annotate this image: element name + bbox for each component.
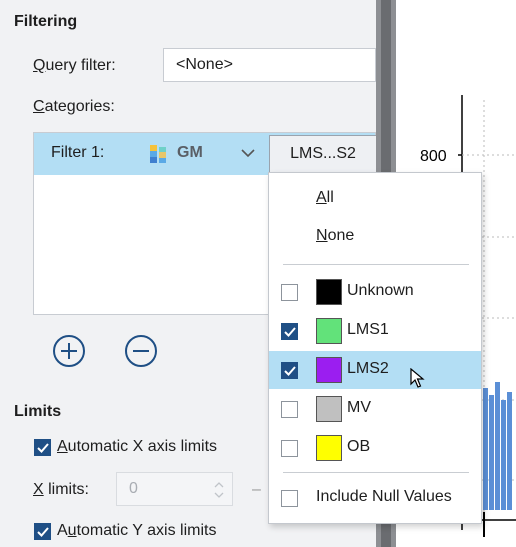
- mouse-cursor-icon: [410, 368, 425, 388]
- category-checkbox[interactable]: [281, 401, 298, 418]
- category-item-mv[interactable]: MV: [269, 390, 481, 428]
- x-limits-label: X limits:: [33, 481, 89, 498]
- category-item-lms1[interactable]: LMS1: [269, 312, 481, 350]
- color-swatch: [316, 318, 342, 344]
- include-null-label: Include Null Values: [316, 488, 452, 505]
- filter-attribute-name: GM: [177, 144, 203, 161]
- include-null-item[interactable]: Include Null Values: [269, 479, 481, 517]
- spinner-arrows-icon[interactable]: [214, 479, 224, 501]
- x-min-value: 0: [129, 480, 138, 497]
- menu-separator: [283, 472, 469, 473]
- auto-y-label: Automatic Y axis limits: [57, 522, 217, 539]
- color-swatch: [316, 396, 342, 422]
- auto-y-checkbox[interactable]: [34, 523, 51, 540]
- menu-item-none[interactable]: None: [269, 218, 481, 256]
- menu-item-all[interactable]: All: [269, 180, 481, 218]
- filtering-section-title: Filtering: [14, 13, 78, 30]
- histogram-bar: [495, 382, 500, 510]
- minus-circle-icon[interactable]: [124, 334, 158, 368]
- histogram-bar: [489, 395, 494, 510]
- query-filter-value: <None>: [176, 56, 233, 73]
- category-item-lms2[interactable]: LMS2: [269, 351, 481, 389]
- category-label: LMS1: [347, 321, 389, 338]
- histogram-bar: [507, 392, 512, 510]
- auto-x-checkbox[interactable]: [34, 439, 51, 456]
- category-item-ob[interactable]: OB: [269, 429, 481, 467]
- category-label: MV: [347, 399, 371, 416]
- histogram-bar: [483, 388, 488, 510]
- menu-separator: [283, 264, 469, 265]
- category-checkbox[interactable]: [281, 362, 298, 379]
- category-item-unknown[interactable]: Unknown: [269, 273, 481, 311]
- category-checkbox[interactable]: [281, 323, 298, 340]
- query-filter-select[interactable]: <None>: [163, 48, 376, 82]
- query-filter-label: Query filter:: [33, 57, 116, 74]
- category-label: Unknown: [347, 282, 414, 299]
- categories-label: Categories:: [33, 98, 115, 115]
- category-label: OB: [347, 438, 371, 455]
- histogram-bar: [501, 400, 506, 510]
- y-tick-label: 800: [420, 148, 447, 165]
- plus-circle-icon[interactable]: [52, 334, 86, 368]
- range-dash: –: [252, 481, 261, 498]
- category-checkbox[interactable]: [281, 284, 298, 301]
- filter-row-label: Filter 1:: [51, 144, 105, 161]
- filter-row[interactable]: Filter 1: GM LMS...S2: [34, 133, 377, 175]
- include-null-checkbox[interactable]: [281, 490, 298, 507]
- attribute-icon: [150, 145, 166, 163]
- x-min-input[interactable]: 0: [116, 472, 233, 506]
- limits-section-title: Limits: [14, 403, 62, 420]
- color-swatch: [316, 435, 342, 461]
- categories-dropdown: All None Unknown LMS1 LMS2 MV OB Include Nul…: [268, 172, 482, 524]
- category-checkbox[interactable]: [281, 440, 298, 457]
- auto-x-label: Automatic X axis limits: [57, 438, 218, 455]
- categories-select-button[interactable]: LMS...S2: [269, 135, 377, 173]
- color-swatch: [316, 357, 342, 383]
- category-label: LMS2: [347, 360, 389, 377]
- color-swatch: [316, 279, 342, 305]
- chevron-down-icon[interactable]: [240, 145, 256, 161]
